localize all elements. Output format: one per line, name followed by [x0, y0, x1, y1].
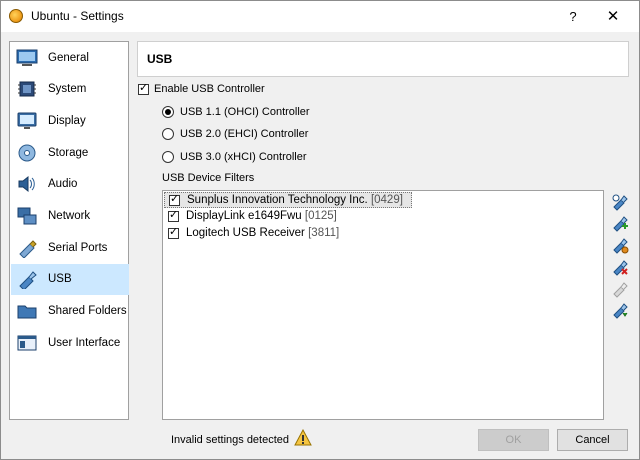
network-icon [17, 207, 37, 225]
filter-name: Logitech USB Receiver [3811] [186, 227, 339, 239]
radio-usb-1-1-label: USB 1.1 (OHCI) Controller [180, 106, 310, 118]
sidebar-item-label: System [48, 83, 87, 95]
usb-filter-list[interactable]: ✓ Sunplus Innovation Technology Inc. [04… [162, 190, 604, 420]
window-title: Ubuntu - Settings [31, 9, 124, 23]
filter-name: DisplayLink e1649Fwu [0125] [186, 210, 337, 222]
filter-device-name: DisplayLink e1649Fwu [186, 210, 302, 222]
checkmark-icon: ✓ [170, 193, 180, 205]
general-icon [16, 49, 38, 66]
user-interface-icon [17, 335, 37, 351]
usb-edit-icon[interactable] [611, 236, 629, 254]
filter-device-name: Sunplus Innovation Technology Inc. [187, 194, 368, 206]
usb-icon [19, 271, 37, 289]
list-item[interactable]: ✓ Sunplus Innovation Technology Inc. [04… [164, 192, 412, 208]
sidebar-item-usb[interactable]: USB [11, 264, 129, 295]
serial-ports-icon [19, 240, 37, 258]
checkmark-icon: ✓ [139, 82, 149, 94]
sidebar-item-label: User Interface [48, 337, 121, 349]
sidebar-item-label: Audio [48, 178, 78, 190]
shared-folders-icon [17, 305, 37, 319]
usb-device-filters-label: USB Device Filters [162, 172, 255, 184]
sidebar-item-label: General [48, 52, 89, 64]
filter-checkbox[interactable]: ✓ [168, 226, 179, 239]
warning-icon[interactable] [294, 429, 312, 447]
usb-remove-icon[interactable] [611, 258, 629, 276]
page-header: USB [137, 41, 629, 77]
sidebar-item-label: USB [48, 273, 72, 285]
sidebar-item-shared-folders[interactable]: Shared Folders [11, 296, 129, 327]
system-icon [18, 81, 36, 97]
ok-button[interactable]: OK [478, 429, 549, 451]
checkmark-icon: ✓ [169, 226, 179, 238]
usb-add-icon[interactable] [611, 193, 629, 211]
filter-device-code: [0125] [304, 210, 337, 222]
cancel-button[interactable]: Cancel [557, 429, 628, 451]
usb-move-up-icon[interactable] [611, 280, 629, 298]
filter-device-code: [0429] [370, 194, 403, 206]
sidebar-item-serial-ports[interactable]: Serial Ports [11, 233, 129, 264]
sidebar-item-label: Storage [48, 147, 89, 159]
radio-usb-3-0-label: USB 3.0 (xHCI) Controller [180, 151, 307, 163]
close-button[interactable]: ✕ [597, 1, 629, 32]
sidebar-item-label: Serial Ports [48, 242, 108, 254]
sidebar-item-user-interface[interactable]: User Interface [11, 328, 129, 359]
filter-checkbox[interactable]: ✓ [168, 209, 179, 222]
help-button[interactable]: ? [557, 1, 589, 32]
sidebar-item-system[interactable]: System [11, 74, 129, 105]
page-title: USB [147, 52, 173, 66]
audio-icon [18, 175, 35, 193]
display-icon [17, 112, 37, 129]
usb-add-device-icon[interactable] [611, 214, 629, 232]
list-item[interactable]: ✓ DisplayLink e1649Fwu [0125] [164, 209, 412, 225]
radio-usb-2-0-label: USB 2.0 (EHCI) Controller [180, 128, 309, 140]
enable-usb-checkbox[interactable]: ✓ [138, 82, 149, 95]
filter-name: Sunplus Innovation Technology Inc. [0429… [187, 194, 403, 206]
status-message: Invalid settings detected [171, 434, 290, 446]
radio-usb-1-1[interactable] [162, 106, 174, 118]
filter-checkbox[interactable]: ✓ [169, 193, 180, 206]
virtualbox-app-icon [9, 9, 23, 23]
sidebar-item-label: Display [48, 115, 86, 127]
radio-selected-dot [165, 109, 171, 115]
settings-sidebar: General System Display Storage Audio Net… [9, 41, 129, 420]
sidebar-item-audio[interactable]: Audio [11, 169, 129, 200]
enable-usb-label: Enable USB Controller [154, 83, 265, 95]
sidebar-item-label: Network [48, 210, 91, 222]
sidebar-item-storage[interactable]: Storage [11, 138, 129, 169]
radio-usb-3-0[interactable] [162, 151, 174, 163]
sidebar-item-general[interactable]: General [11, 43, 129, 74]
sidebar-item-label: Shared Folders [48, 305, 127, 317]
title-bar: Ubuntu - Settings ? ✕ [1, 1, 639, 32]
list-item[interactable]: ✓ Logitech USB Receiver [3811] [164, 226, 412, 242]
filter-device-code: [3811] [308, 227, 340, 239]
usb-move-down-icon[interactable] [611, 301, 629, 319]
checkmark-icon: ✓ [169, 209, 179, 221]
sidebar-item-network[interactable]: Network [11, 201, 129, 232]
settings-window: Ubuntu - Settings ? ✕ General System Dis… [0, 0, 640, 460]
radio-usb-2-0[interactable] [162, 128, 174, 140]
sidebar-item-display[interactable]: Display [11, 106, 129, 137]
filter-device-name: Logitech USB Receiver [186, 227, 305, 239]
storage-icon [18, 144, 36, 162]
